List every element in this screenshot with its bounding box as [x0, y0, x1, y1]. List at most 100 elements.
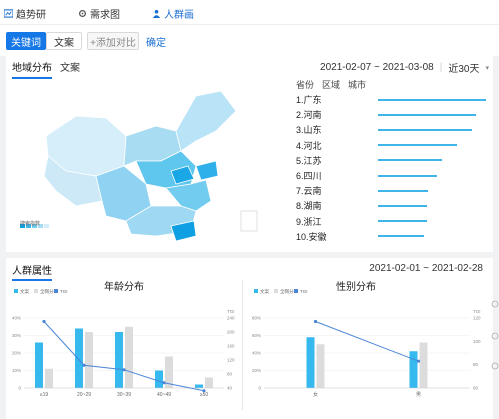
tab-demand[interactable]: 需求图: [78, 6, 120, 21]
y2-tick-label: 120: [227, 358, 235, 363]
bar-text: [75, 328, 83, 388]
tgi-line: [315, 321, 419, 362]
bar-network: [45, 368, 53, 388]
query-toolbar: 关键词 文案 +添加对比 确定: [0, 24, 499, 56]
rank-row[interactable]: 3.山东: [296, 122, 486, 137]
bar-text: [35, 342, 43, 388]
region-date-range[interactable]: 2021-02-07 ~ 2021-03-08 | 近30天 ▾: [320, 60, 489, 75]
confirm-button[interactable]: 确定: [144, 32, 168, 50]
bar-text: [195, 384, 203, 388]
bar-text: [306, 337, 315, 388]
rank-row-label: 8.湖南: [296, 201, 322, 212]
rank-row-label: 7.云南: [296, 186, 322, 197]
x-tick-label: 男: [416, 392, 421, 398]
tab-trend[interactable]: 趋势研: [4, 6, 46, 21]
bar-text: [155, 370, 163, 388]
rank-tab-area[interactable]: 区域: [322, 78, 340, 91]
rank-bar-track: [378, 144, 486, 147]
trend-icon: [4, 9, 13, 18]
rank-bar: [378, 235, 425, 238]
y2-tick-label: 100: [473, 339, 481, 344]
x-tick-label: 30~39: [117, 392, 131, 398]
map-region-northeast[interactable]: [175, 90, 237, 152]
rank-row[interactable]: 10.安徽: [296, 229, 486, 244]
demographics-date-range[interactable]: 2021-02-01 ~ 2021-02-28: [369, 263, 483, 274]
rank-bar-track: [378, 235, 486, 238]
gender-distribution-chart: 文案 全网分布 TGI020%40%60%80%6080100120TGI女男: [252, 288, 481, 398]
y2-tick-label: 160: [227, 344, 235, 349]
y2-tick-label: 120: [473, 316, 481, 321]
y-tick-label: 20%: [252, 368, 261, 373]
y-tick-label: 40%: [252, 351, 261, 356]
legend-swatch: [34, 289, 38, 293]
top-nav: 趋势研 需求图 人群画: [0, 0, 499, 24]
rank-row[interactable]: 4.河北: [296, 138, 486, 153]
y2-tick-label: 80: [473, 362, 479, 367]
legend-swatch: [274, 289, 278, 293]
keyword-button[interactable]: 关键词: [6, 32, 46, 50]
rank-row[interactable]: 8.湖南: [296, 198, 486, 213]
map-region-shandong[interactable]: [195, 160, 219, 181]
rank-row-label: 9.浙江: [296, 216, 322, 227]
rank-row-label: 10.安徽: [296, 231, 327, 242]
tgi-point: [122, 368, 126, 372]
rank-bar-track: [378, 204, 486, 207]
region-date-text: 2021-02-07 ~ 2021-03-08: [320, 62, 434, 73]
rank-row[interactable]: 1.广东: [296, 92, 486, 107]
legend-label: TGI: [300, 289, 308, 294]
tgi-point: [416, 359, 421, 363]
text-button[interactable]: 文案: [46, 32, 82, 50]
tab-crowd[interactable]: 人群画: [152, 6, 194, 21]
y-tick-label: 10%: [12, 368, 21, 373]
y-tick-label: 80%: [252, 316, 261, 321]
legend-label: 文案: [260, 288, 269, 295]
rank-row[interactable]: 5.江苏: [296, 153, 486, 168]
legend-swatch: [254, 289, 258, 293]
rank-bar: [378, 204, 427, 207]
tgi-point: [202, 389, 206, 393]
tgi-point: [162, 381, 166, 385]
rank-row[interactable]: 9.浙江: [296, 214, 486, 229]
rank-row[interactable]: 2.河南: [296, 107, 486, 122]
x-tick-label: ≥50: [200, 392, 209, 398]
bar-network: [85, 332, 93, 388]
rank-row-label: 3.山东: [296, 125, 322, 136]
china-heat-map[interactable]: [6, 76, 276, 252]
bar-network: [316, 344, 325, 388]
rank-bar-track: [378, 174, 486, 177]
rank-row-label: 1.广东: [296, 95, 322, 106]
region-panel: 地域分布 文案 2021-02-07 ~ 2021-03-08 | 近30天 ▾…: [6, 56, 493, 252]
province-ranking: 1.广东 2.河南 3.山东 4.河北 5.江苏 6.四川 7.云南 8.湖南 9.浙江 10.安…: [296, 92, 486, 244]
tab-crowd-label: 人群画: [164, 10, 194, 21]
tab-demand-label: 需求图: [90, 10, 120, 21]
rank-bar: [378, 113, 477, 116]
age-distribution-chart: 文案 全网分布 TGI010%20%30%40%4080120160200240TG…: [12, 288, 235, 398]
add-compare-button[interactable]: +添加对比: [87, 32, 139, 50]
scroll-down-icon: [491, 362, 499, 370]
rank-tab-city[interactable]: 城市: [348, 78, 366, 91]
tgi-point: [82, 363, 86, 367]
rank-bar: [378, 98, 486, 101]
x-tick-label: 40~49: [157, 392, 171, 398]
y-tick-label: 0: [18, 386, 21, 391]
y2-tick-label: 60: [473, 386, 479, 391]
y2-tick-label: 240: [227, 316, 235, 321]
rank-row-label: 5.江苏: [296, 155, 322, 166]
rank-bar-track: [378, 128, 486, 131]
rank-bar: [378, 189, 428, 192]
chevron-down-icon[interactable]: ▾: [485, 64, 489, 72]
rank-row-label: 4.河北: [296, 140, 322, 151]
legend-swatch: [14, 289, 18, 293]
period-select[interactable]: 近30天: [448, 60, 479, 75]
rank-bar-track: [378, 220, 486, 223]
side-toolbar[interactable]: [491, 300, 499, 370]
rank-tab-province[interactable]: 省份: [296, 78, 314, 91]
legend-label: 文案: [20, 288, 29, 295]
rank-row[interactable]: 7.云南: [296, 183, 486, 198]
rank-bar: [378, 128, 472, 131]
tgi-point: [313, 319, 318, 324]
x-tick-label: 20~29: [77, 392, 91, 398]
scroll-middle-icon: [491, 332, 499, 340]
y-tick-label: 60%: [252, 333, 261, 338]
rank-row[interactable]: 6.四川: [296, 168, 486, 183]
